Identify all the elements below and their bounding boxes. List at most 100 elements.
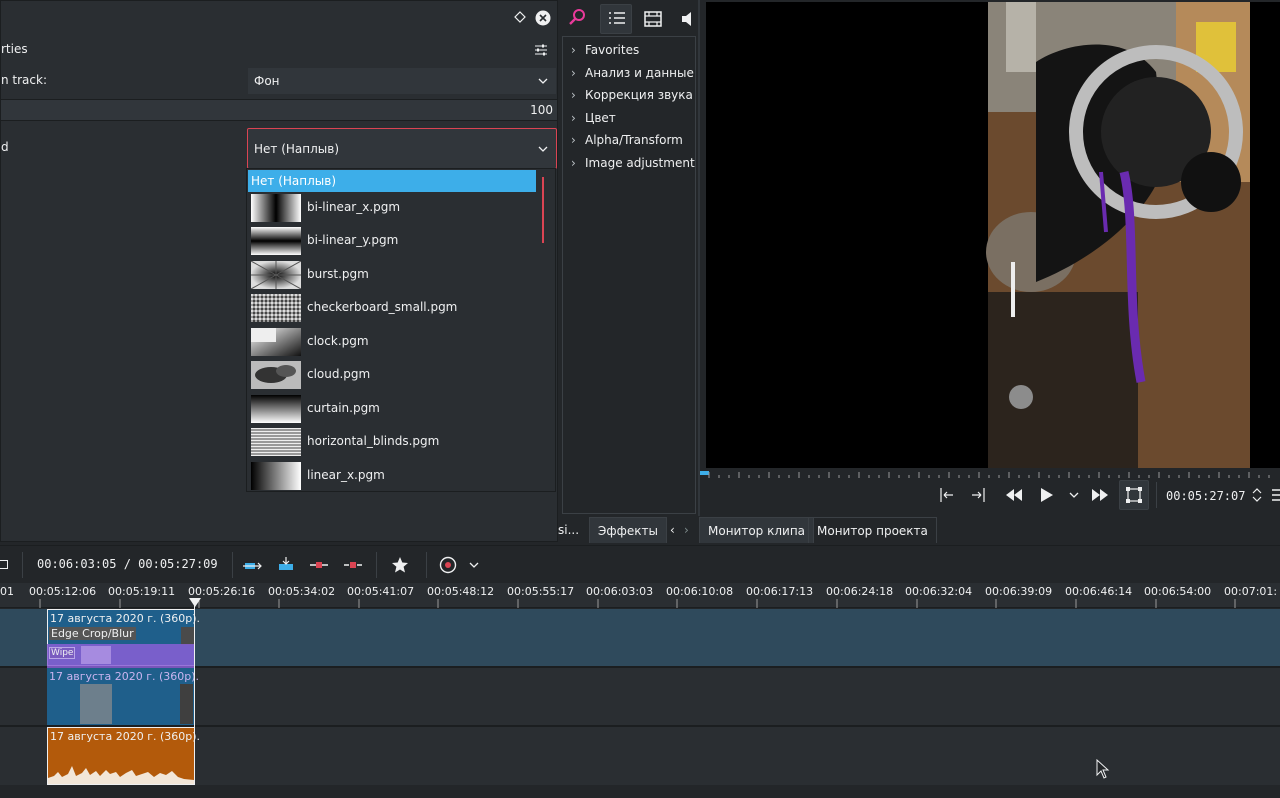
toolbar-edge-icon[interactable] [0,560,8,569]
tree-item-label: Alpha/Transform [585,133,683,147]
wipe-option-label: checkerboard_small.pgm [307,300,458,314]
settings-sliders-icon[interactable] [534,43,548,57]
wipe-option-label: linear_x.pgm [307,468,385,482]
tree-item[interactable]: › Favorites [571,43,639,57]
tree-item[interactable]: › Цвет [571,111,616,125]
wipe-option[interactable]: clock.pgm [249,327,535,357]
tree-item-label: Image adjustment [585,156,695,170]
list-scrollbar[interactable] [542,177,544,243]
tree-item[interactable]: › Коррекция звука [571,88,693,102]
effect-badge: Edge Crop/Blur [49,627,136,640]
wipe-option[interactable]: horizontal_blinds.pgm [249,427,535,457]
ruler-label: 01 [0,585,14,598]
playhead-line [194,600,195,785]
timeline-position[interactable]: 00:06:03:05 / 00:05:27:09 [37,557,218,571]
tree-item[interactable]: › Alpha/Transform [571,133,683,147]
wipe-option-label: clock.pgm [307,334,369,348]
wipe-option-selected[interactable]: Нет (Наплыв) [248,170,536,192]
tree-item-label: Favorites [585,43,640,57]
effects-panel: › Favorites › Анализ и данные › Коррекция з… [562,0,696,516]
video-clip[interactable]: 17 августа 2020 г. (360р). [47,668,199,725]
toolbar-divider [426,552,427,578]
wipe-option[interactable]: bi-linear_y.pgm [249,226,535,256]
tab-scroll-right-icon[interactable]: › [684,523,689,537]
extract-zone-icon[interactable] [310,559,328,571]
wipe-option[interactable]: burst.pgm [249,260,535,290]
audio-waveform [48,766,194,784]
ruler-label: 00:06:03:03 [586,585,654,598]
tab-project-monitor[interactable]: Монитор проекта [808,517,937,543]
lift-zone-icon[interactable] [344,559,362,571]
composition-label: Wipe [49,647,76,659]
thumb-bilinear-x [251,194,301,222]
ruler-label: 00:06:32:04 [905,585,973,598]
tab-effects[interactable]: Эффекты [589,517,667,543]
wipe-label: d [1,140,9,154]
clip-title: 17 августа 2020 г. (360р). [49,670,200,683]
wipe-option-label: burst.pgm [307,267,369,281]
clip-thumbnail [80,684,112,724]
video-frame-image [706,2,1280,468]
clip-thumbnail [180,684,193,724]
tree-item[interactable]: › Image adjustment [571,156,695,170]
timeline-ruler[interactable]: 01 00:05:12:06 00:05:19:11 00:05:26:16 0… [0,583,1280,608]
tree-item[interactable]: › Анализ и данные [571,66,694,80]
chevron-down-icon[interactable] [1069,492,1079,498]
close-icon[interactable] [535,10,551,26]
wipe-option[interactable]: linear_x.pgm [249,461,535,491]
chevron-down-icon[interactable] [469,562,479,568]
monitor-ruler[interactable] [699,468,1280,478]
wipe-option-label: bi-linear_x.pgm [307,200,401,214]
tab-scroll-left-icon[interactable]: ‹ [670,523,675,537]
toolbar-divider [232,552,233,578]
video-preview[interactable] [706,2,1280,468]
menu-icon[interactable] [1272,489,1280,501]
timeline-toolbar: 00:06:03:05 / 00:05:27:09 [0,545,1280,583]
track-combo[interactable]: Фон [247,67,557,95]
tree-item-label: Анализ и данные [585,66,694,80]
wipe-option[interactable]: checkerboard_small.pgm [249,293,535,323]
opacity-slider[interactable]: 100 [1,99,557,121]
audio-clip[interactable]: 17 августа 2020 г. (360р). [47,727,200,785]
panel-splitter[interactable] [698,0,700,516]
wipe-option-label: bi-linear_y.pgm [307,233,399,247]
track-label: n track: [1,73,48,87]
wipe-combo[interactable]: Нет (Наплыв) [247,128,557,169]
playhead-marker[interactable] [189,598,201,607]
ruler-label: 00:06:46:14 [1065,585,1133,598]
chevron-down-icon [538,146,548,152]
list-view-icon[interactable] [600,4,632,34]
track-combo-value: Фон [254,74,280,88]
tree-item-label: Коррекция звука [585,88,693,102]
wipe-option[interactable]: bi-linear_x.pgm [249,193,535,223]
float-icon[interactable] [514,11,526,23]
thumb-bilinear-y [251,227,301,255]
play-icon[interactable] [1041,488,1053,502]
search-icon[interactable] [568,8,586,26]
record-icon[interactable] [439,556,457,574]
insert-clip-icon[interactable] [243,557,263,573]
wipe-option-label: horizontal_blinds.pgm [307,434,440,448]
rewind-icon[interactable] [1006,489,1022,501]
wipe-option-label: cloud.pgm [307,367,371,381]
thumb-clock [251,328,301,356]
wipe-option-label: curtain.pgm [307,401,380,415]
wipe-option[interactable]: cloud.pgm [249,360,535,390]
monitor-timecode[interactable]: 00:05:27:07 [1166,489,1245,503]
timecode-spin-icon[interactable] [1252,487,1262,503]
tab-clip-monitor[interactable]: Монитор клипа [699,517,815,543]
star-icon[interactable] [391,556,409,574]
fullscreen-frame-icon[interactable] [1119,480,1149,510]
wipe-option[interactable]: curtain.pgm [249,394,535,424]
tab-partial[interactable]: si... [556,517,587,543]
set-zone-out-icon[interactable] [970,487,988,503]
fast-forward-icon[interactable] [1092,489,1108,501]
film-icon[interactable] [644,11,662,27]
set-zone-in-icon[interactable] [937,487,955,503]
wipe-option-label: Нет (Наплыв) [251,174,337,188]
ruler-label: 00:05:34:02 [268,585,336,598]
ruler-label: 00:06:10:08 [666,585,734,598]
speaker-icon[interactable] [681,11,695,27]
properties-title: rties [1,42,28,56]
overwrite-clip-icon[interactable] [277,557,295,573]
